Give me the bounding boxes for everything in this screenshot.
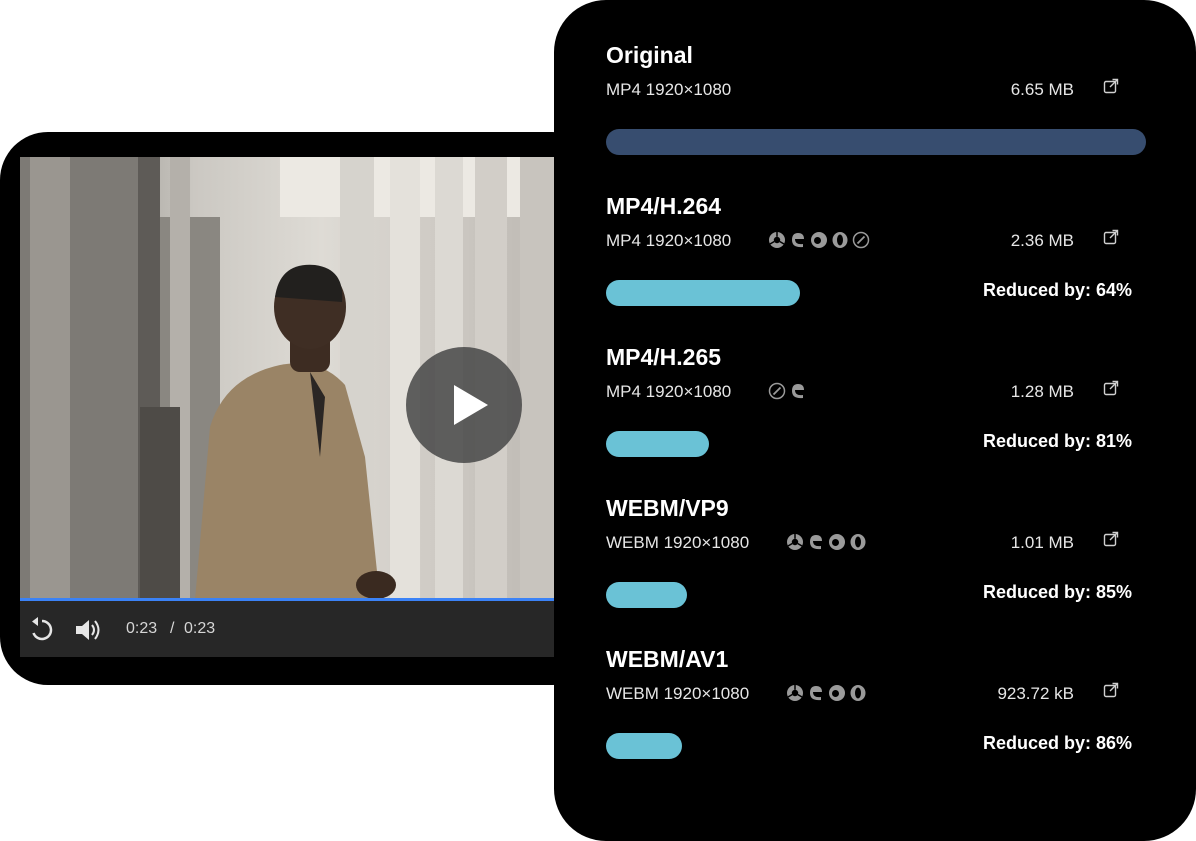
replay-icon[interactable] [29, 617, 55, 643]
size-bar [606, 582, 687, 608]
open-external-icon[interactable] [1103, 380, 1119, 396]
current-time: 0:23 [126, 620, 158, 637]
browser-support [786, 684, 867, 702]
size-bar [606, 431, 709, 457]
play-button[interactable] [406, 347, 522, 463]
safari-icon [768, 382, 786, 400]
reduction-label: Reduced by: 64% [982, 280, 1132, 300]
format-title: MP4/H.265 [606, 344, 722, 370]
chrome-icon [787, 685, 803, 701]
open-external-icon[interactable] [1103, 682, 1119, 698]
file-size: 1.28 MB [1010, 382, 1074, 401]
chrome-icon [787, 534, 803, 550]
format-meta: MP4 1920×1080 [606, 80, 732, 99]
file-size: 1.01 MB [1010, 533, 1074, 552]
format-meta: MP4 1920×1080 [606, 231, 732, 250]
open-external-icon[interactable] [1103, 229, 1119, 245]
firefox-icon [829, 685, 845, 701]
play-icon [454, 385, 488, 425]
browser-support [768, 382, 807, 400]
format-title: MP4/H.264 [606, 193, 722, 219]
safari-icon [852, 231, 870, 249]
opera-icon [850, 685, 866, 701]
firefox-icon [829, 534, 845, 550]
format-meta: MP4 1920×1080 [606, 382, 732, 401]
browser-support [768, 231, 870, 249]
browser-support [786, 533, 867, 551]
compression-results-panel: Original MP4 1920×1080 6.65 MB MP4/H.264… [554, 0, 1196, 841]
time-separator: / [170, 620, 175, 637]
open-external-icon[interactable] [1103, 531, 1119, 547]
open-external-icon[interactable] [1103, 78, 1119, 94]
video-controls: 0:23 / 0:23 [20, 601, 600, 657]
format-title: Original [606, 42, 693, 68]
total-time: 0:23 [184, 620, 216, 637]
edge-icon [810, 686, 822, 701]
edge-icon [792, 233, 804, 248]
chrome-icon [769, 232, 785, 248]
video-frame[interactable]: 0:23 / 0:23 [20, 157, 600, 657]
format-title: WEBM/AV1 [606, 646, 729, 672]
format-meta: WEBM 1920×1080 [606, 533, 750, 552]
reduction-label: Reduced by: 81% [982, 431, 1132, 451]
video-player: 0:23 / 0:23 [0, 132, 600, 685]
opera-icon [850, 534, 866, 550]
file-size: 6.65 MB [1010, 80, 1074, 99]
file-size: 923.72 kB [997, 684, 1074, 703]
format-title: WEBM/VP9 [606, 495, 729, 521]
file-size: 2.36 MB [1010, 231, 1074, 250]
size-bar [606, 733, 682, 759]
size-bar [606, 129, 1146, 155]
volume-icon[interactable] [74, 617, 100, 643]
format-meta: WEBM 1920×1080 [606, 684, 750, 703]
reduction-label: Reduced by: 86% [982, 733, 1132, 753]
opera-icon [832, 232, 848, 248]
reduction-label: Reduced by: 85% [982, 582, 1132, 602]
edge-icon [792, 384, 804, 399]
size-bar [606, 280, 800, 306]
firefox-icon [811, 232, 827, 248]
edge-icon [810, 535, 822, 550]
